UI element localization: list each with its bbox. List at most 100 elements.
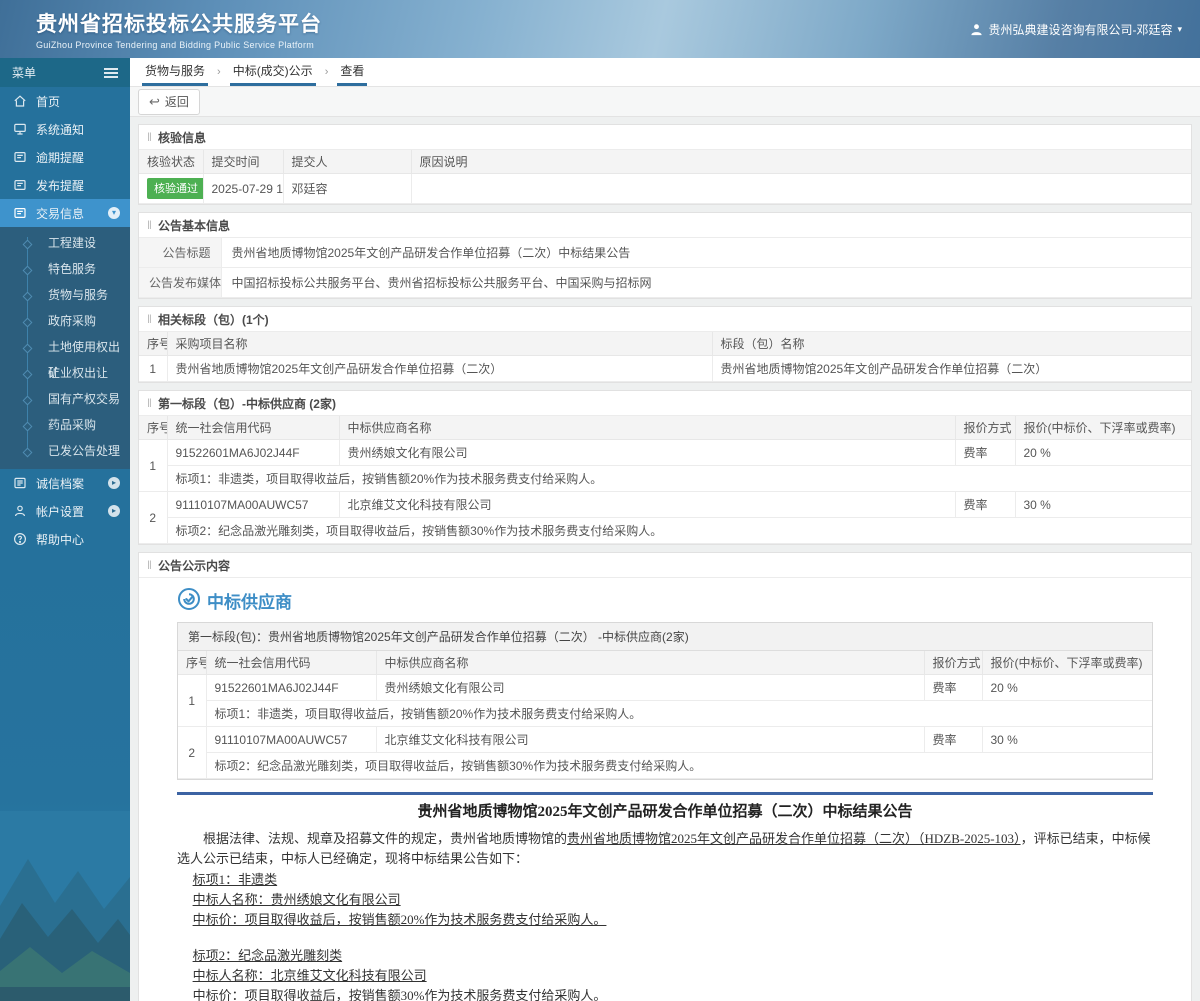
verify-section-header: ‖ 核验信息 bbox=[139, 125, 1191, 150]
submenu-item-mining-rights[interactable]: 矿业权出让 bbox=[0, 360, 130, 386]
col-header: 标段（包）名称 bbox=[712, 332, 1191, 356]
winners-panel: ‖ 第一标段（包）-中标供应商 (2家) 序号 统一社会信用代码 中标供应商名称… bbox=[138, 390, 1192, 545]
sidebar: 菜单 首页 系统通知 逾期提醒 发布提醒 交易信息 ▾ 工程建设 特色服务 货物… bbox=[0, 58, 130, 1001]
sidebar-item-label: 系统通知 bbox=[36, 122, 85, 137]
menu-label: 菜单 bbox=[12, 66, 37, 80]
list-icon bbox=[13, 476, 27, 490]
submenu-item-land-use[interactable]: 土地使用权出让 bbox=[0, 334, 130, 380]
project-link[interactable]: 贵州省地质博物馆2025年文创产品研发合作单位招募（二次）（HDZB-2025-… bbox=[567, 831, 1021, 846]
sidebar-background-landscape bbox=[0, 553, 130, 1001]
item2-winner-name: 中标人名称：北京维艾文化科技有限公司 bbox=[192, 968, 427, 984]
publicity-body: 中标供应商 第一标段(包)：贵州省地质博物馆2025年文创产品研发合作单位招募（… bbox=[139, 578, 1191, 1001]
sidebar-item-label: 首页 bbox=[36, 94, 61, 109]
chevron-down-icon: ▾ bbox=[108, 207, 120, 219]
col-header: 统一社会信用代码 bbox=[206, 651, 377, 675]
submenu-item-special-service[interactable]: 特色服务 bbox=[0, 256, 130, 282]
supplier-name-cell: 北京维艾文化科技有限公司 bbox=[339, 491, 956, 518]
publicity-winners-table: 序号 统一社会信用代码 中标供应商名称 报价方式 报价(中标价、下浮率或费率) … bbox=[178, 651, 1152, 779]
sidebar-item-credit-archive[interactable]: 诚信档案 ▸ bbox=[0, 469, 130, 497]
col-header: 统一社会信用代码 bbox=[167, 416, 340, 440]
sidebar-item-label: 发布提醒 bbox=[36, 178, 85, 193]
user-name: 贵州弘典建设咨询有限公司-邓廷容 bbox=[988, 22, 1173, 37]
sidebar-item-help-center[interactable]: 帮助中心 bbox=[0, 525, 130, 553]
publicity-header: ‖ 公告公示内容 bbox=[139, 553, 1191, 578]
document-title: 贵州省地质博物馆2025年文创产品研发合作单位招募（二次）中标结果公告 bbox=[417, 804, 913, 820]
supplier-name-cell: 贵州绣娘文化有限公司 bbox=[339, 439, 956, 466]
logo-label: 中标供应商 bbox=[207, 593, 292, 612]
back-button[interactable]: ↩ 返回 bbox=[138, 88, 200, 115]
sidebar-item-publish-reminder[interactable]: 发布提醒 bbox=[0, 171, 130, 199]
announce-title-value: 贵州省地质博物馆2025年文创产品研发合作单位招募（二次）中标结果公告 bbox=[221, 238, 1191, 268]
sidebar-item-trade-info[interactable]: 交易信息 ▾ bbox=[0, 199, 130, 227]
announcement-document: 贵州省地质博物馆2025年文创产品研发合作单位招募（二次）中标结果公告 根据法律… bbox=[177, 801, 1153, 1001]
submenu-item-published-notices[interactable]: 已发公告处理 bbox=[0, 438, 130, 464]
row-index: 1 bbox=[178, 674, 207, 727]
submenu-item-drug-procurement[interactable]: 药品采购 bbox=[0, 412, 130, 438]
col-header: 报价(中标价、下浮率或费率) bbox=[1015, 416, 1191, 440]
col-header: 序号 bbox=[139, 332, 168, 356]
table-row: 1 贵州省地质博物馆2025年文创产品研发合作单位招募（二次） 贵州省地质博物馆… bbox=[139, 355, 1191, 382]
user-icon bbox=[970, 23, 983, 36]
related-sections-table: 序号 采购项目名称 标段（包）名称 1 贵州省地质博物馆2025年文创产品研发合… bbox=[139, 332, 1191, 382]
sidebar-item-label: 帐户设置 bbox=[36, 504, 85, 519]
col-header: 提交时间 bbox=[203, 150, 284, 174]
breadcrumb-award-publicity[interactable]: 中标(成交)公示 bbox=[229, 58, 316, 86]
verify-submitter-cell: 邓廷容 bbox=[283, 173, 412, 204]
document-icon bbox=[13, 206, 27, 220]
publicity-panel: ‖ 公告公示内容 中标供应商 第一标段(包)：贵州省地质博物馆2025年文创产品… bbox=[138, 552, 1192, 1001]
breadcrumb: 货物与服务 › 中标(成交)公示 › 查看 bbox=[130, 58, 1200, 87]
document-icon bbox=[13, 150, 27, 164]
submenu-item-goods-services[interactable]: 货物与服务 bbox=[0, 282, 130, 308]
publicity-box-title: 第一标段(包)：贵州省地质博物馆2025年文创产品研发合作单位招募（二次） -中… bbox=[178, 623, 1152, 651]
credit-code-cell: 91110107MA00AUWC57 bbox=[206, 726, 377, 753]
sidebar-item-overdue-reminder[interactable]: 逾期提醒 bbox=[0, 143, 130, 171]
breadcrumb-goods-services[interactable]: 货物与服务 bbox=[142, 58, 209, 86]
section-title: 第一标段（包）-中标供应商 (2家) bbox=[157, 396, 336, 411]
col-header: 报价方式 bbox=[955, 416, 1016, 440]
item1-winner-name: 中标人名称：贵州绣娘文化有限公司 bbox=[192, 891, 401, 907]
breadcrumb-view[interactable]: 查看 bbox=[337, 58, 368, 86]
table-row-note: 标项2：纪念品激光雕刻类，项目取得收益后，按销售额30%作为技术服务费支付给采购… bbox=[178, 752, 1152, 779]
home-icon bbox=[13, 94, 27, 108]
col-header: 提交人 bbox=[283, 150, 412, 174]
sidebar-item-label: 逾期提醒 bbox=[36, 150, 85, 165]
item2-category: 标项2：纪念品激光雕刻类 bbox=[192, 947, 343, 963]
item1-winner-price: 中标价：项目取得收益后，按销售额20%作为技术服务费支付给采购人。 bbox=[192, 911, 607, 927]
related-sections-header: ‖ 相关标段（包）(1个) bbox=[139, 307, 1191, 332]
user-menu[interactable]: 贵州弘典建设咨询有限公司-邓廷容 ▾ bbox=[970, 21, 1182, 38]
item1-category: 标项1：非遗类 bbox=[192, 871, 278, 887]
breadcrumb-separator: › bbox=[217, 66, 221, 78]
section-marker: ‖ bbox=[147, 558, 152, 572]
platform-subtitle: GuiZhou Province Tendering and Bidding P… bbox=[36, 40, 315, 50]
status-badge: 核验通过 bbox=[147, 178, 202, 199]
submenu-item-gov-procurement[interactable]: 政府采购 bbox=[0, 308, 130, 334]
publicity-box: 第一标段(包)：贵州省地质博物馆2025年文创产品研发合作单位招募（二次） -中… bbox=[177, 622, 1153, 780]
table-row-note: 标项1：非遗类，项目取得收益后，按销售额20%作为技术服务费支付给采购人。 bbox=[178, 700, 1152, 727]
verify-time-cell: 2025-07-29 10:17 bbox=[203, 173, 284, 204]
chevron-right-icon: ▸ bbox=[108, 505, 120, 517]
table-row-note: 标项2：纪念品激光雕刻类，项目取得收益后，按销售额30%作为技术服务费支付给采购… bbox=[139, 517, 1191, 544]
document-divider bbox=[177, 792, 1153, 795]
table-row: 核验通过 2025-07-29 10:17 邓廷容 bbox=[139, 173, 1191, 204]
sidebar-item-account-settings[interactable]: 帐户设置 ▸ bbox=[0, 497, 130, 525]
verify-table: 核验状态 提交时间 提交人 原因说明 核验通过 2025-07-29 10:17… bbox=[139, 150, 1191, 204]
table-row: 1 91522601MA6J02J44F 贵州绣娘文化有限公司 费率 20 % bbox=[139, 439, 1191, 492]
hamburger-icon[interactable] bbox=[104, 67, 118, 78]
credit-code-cell: 91522601MA6J02J44F bbox=[167, 439, 340, 466]
sidebar-item-home[interactable]: 首页 bbox=[0, 87, 130, 115]
col-header: 报价(中标价、下浮率或费率) bbox=[982, 651, 1152, 675]
winner-note-cell: 标项2：纪念品激光雕刻类，项目取得收益后，按销售额30%作为技术服务费支付给采购… bbox=[206, 752, 1152, 779]
table-row: 1 91522601MA6J02J44F 贵州绣娘文化有限公司 费率 20 % bbox=[178, 674, 1152, 727]
submenu-item-state-property[interactable]: 国有产权交易 bbox=[0, 386, 130, 412]
monitor-icon bbox=[13, 122, 27, 136]
announce-basic-header: ‖ 公告基本信息 bbox=[139, 213, 1191, 238]
project-name-cell: 贵州省地质博物馆2025年文创产品研发合作单位招募（二次） bbox=[167, 355, 713, 382]
person-icon bbox=[13, 504, 27, 518]
sidebar-item-system-notice[interactable]: 系统通知 bbox=[0, 115, 130, 143]
submenu-item-engineering[interactable]: 工程建设 bbox=[0, 230, 130, 256]
winner-note-cell: 标项1：非遗类，项目取得收益后，按销售额20%作为技术服务费支付给采购人。 bbox=[167, 465, 1191, 492]
row-index: 1 bbox=[139, 439, 168, 492]
table-row: 公告标题 贵州省地质博物馆2025年文创产品研发合作单位招募（二次）中标结果公告 bbox=[139, 238, 1191, 268]
section-title: 公告公示内容 bbox=[157, 558, 230, 573]
